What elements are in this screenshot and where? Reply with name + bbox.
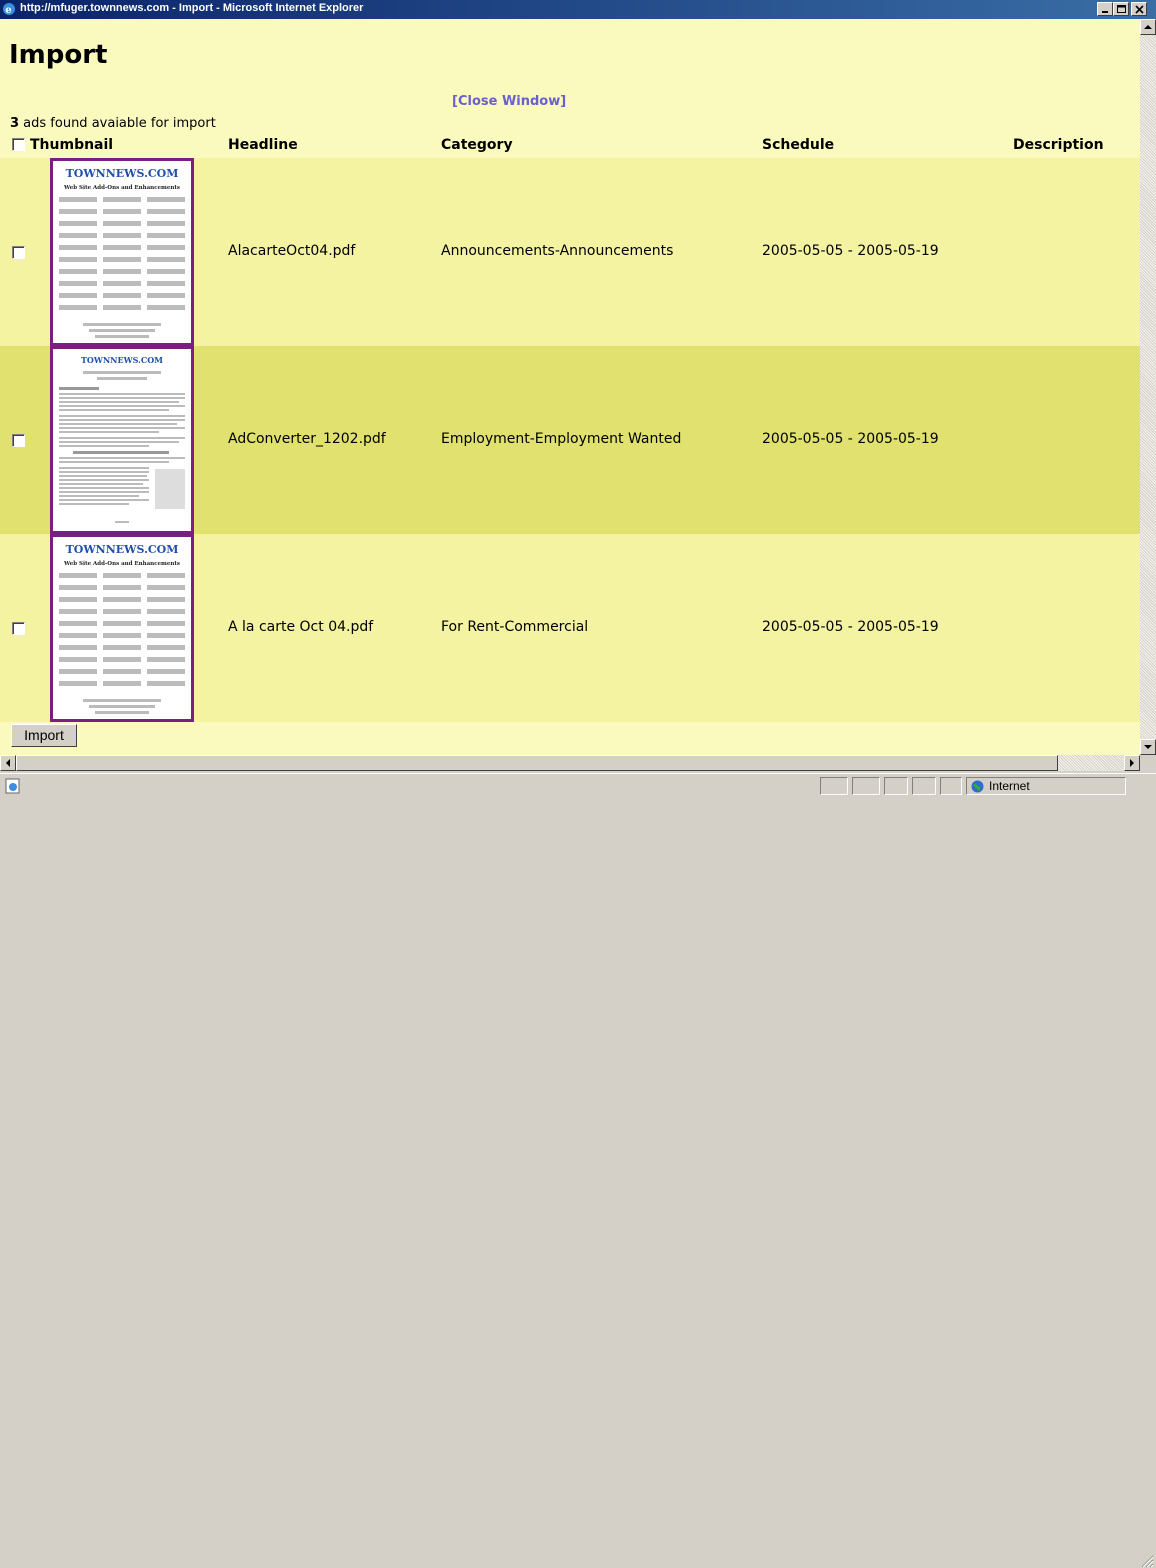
row-schedule: 2005-05-05 - 2005-05-19 bbox=[762, 243, 939, 259]
row-headline: AlacarteOct04.pdf bbox=[228, 243, 356, 259]
ads-found-count: 3 bbox=[10, 116, 20, 131]
status-panel bbox=[820, 777, 848, 795]
table-row: TOWNNEWS.COM AdConverter_1202.pdf Employ… bbox=[0, 346, 1140, 534]
scroll-up-button[interactable] bbox=[1140, 19, 1156, 35]
globe-icon bbox=[971, 780, 984, 793]
page-content: Import [Close Window] 3 ads found avaiab… bbox=[0, 19, 1140, 755]
row-headline: AdConverter_1202.pdf bbox=[228, 431, 386, 447]
window-title: http://mfuger.townnews.com - Import - Mi… bbox=[20, 2, 364, 14]
header-category: Category bbox=[441, 137, 513, 153]
scroll-right-button[interactable] bbox=[1124, 755, 1140, 771]
townnews-logo: TOWNNEWS.COM bbox=[66, 167, 179, 180]
row-headline: A la carte Oct 04.pdf bbox=[228, 619, 374, 635]
pdf-page-preview: TOWNNEWS.COM Web Site Add-Ons and Enhanc… bbox=[53, 161, 191, 343]
arrow-right-icon bbox=[1130, 759, 1134, 767]
row-category: Announcements-Announcements bbox=[441, 243, 674, 259]
security-zone[interactable]: Internet bbox=[966, 777, 1126, 795]
header-thumbnail: Thumbnail bbox=[30, 137, 114, 153]
pdf-page-preview: TOWNNEWS.COM bbox=[53, 349, 191, 531]
row-category: For Rent-Commercial bbox=[441, 619, 589, 635]
status-panel bbox=[852, 777, 880, 795]
ad-thumbnail[interactable]: TOWNNEWS.COM Web Site Add-Ons and Enhanc… bbox=[50, 534, 194, 722]
maximize-button[interactable] bbox=[1113, 2, 1129, 16]
status-bar: Internet bbox=[0, 773, 1156, 1568]
table-row: TOWNNEWS.COM Web Site Add-Ons and Enhanc… bbox=[0, 158, 1140, 346]
header-headline: Headline bbox=[228, 137, 298, 153]
close-icon bbox=[1135, 5, 1144, 14]
arrow-down-icon bbox=[1144, 745, 1152, 749]
scroll-down-button[interactable] bbox=[1140, 739, 1156, 755]
row-select-checkbox[interactable] bbox=[12, 246, 25, 259]
status-panel bbox=[940, 777, 962, 795]
import-button[interactable]: Import bbox=[11, 724, 77, 747]
arrow-left-icon bbox=[6, 759, 10, 767]
thumb-title: Web Site Add-Ons and Enhancements bbox=[63, 561, 180, 567]
row-category: Employment-Employment Wanted bbox=[441, 431, 682, 447]
minimize-icon bbox=[1102, 11, 1108, 13]
close-window-link[interactable]: [Close Window] bbox=[452, 94, 566, 109]
row-select-checkbox[interactable] bbox=[12, 434, 25, 447]
close-window-button[interactable] bbox=[1131, 2, 1147, 16]
header-schedule: Schedule bbox=[762, 137, 835, 153]
row-schedule: 2005-05-05 - 2005-05-19 bbox=[762, 431, 939, 447]
ads-found-message: 3 ads found avaiable for import bbox=[10, 116, 216, 131]
internet-explorer-icon: e bbox=[3, 3, 15, 16]
resize-grip-icon[interactable] bbox=[1138, 1552, 1154, 1568]
townnews-logo: TOWNNEWS.COM bbox=[66, 543, 179, 556]
title-bar: e http://mfuger.townnews.com - Import - … bbox=[0, 0, 1156, 19]
maximize-icon bbox=[1117, 5, 1126, 13]
townnews-logo: TOWNNEWS.COM bbox=[81, 355, 163, 365]
status-panel bbox=[884, 777, 908, 795]
row-schedule: 2005-05-05 - 2005-05-19 bbox=[762, 619, 939, 635]
page-title: Import bbox=[9, 40, 108, 70]
pdf-page-preview: TOWNNEWS.COM Web Site Add-Ons and Enhanc… bbox=[53, 537, 191, 719]
browser-window: e http://mfuger.townnews.com - Import - … bbox=[0, 0, 1156, 1568]
status-panel bbox=[912, 777, 936, 795]
table-row: TOWNNEWS.COM Web Site Add-Ons and Enhanc… bbox=[0, 534, 1140, 722]
thumb-title: Web Site Add-Ons and Enhancements bbox=[63, 185, 180, 191]
vertical-scrollbar[interactable] bbox=[1140, 19, 1156, 755]
scrollbar-corner bbox=[1140, 755, 1156, 771]
select-all-checkbox[interactable] bbox=[12, 138, 25, 151]
arrow-up-icon bbox=[1144, 25, 1152, 29]
security-zone-label: Internet bbox=[989, 779, 1030, 793]
ad-thumbnail[interactable]: TOWNNEWS.COM bbox=[50, 346, 194, 534]
horizontal-scroll-thumb[interactable] bbox=[16, 755, 1058, 771]
svg-text:e: e bbox=[5, 5, 11, 16]
header-description: Description bbox=[1013, 137, 1104, 153]
page-status-icon bbox=[5, 778, 20, 794]
scroll-left-button[interactable] bbox=[0, 755, 16, 771]
ad-thumbnail[interactable]: TOWNNEWS.COM Web Site Add-Ons and Enhanc… bbox=[50, 158, 194, 346]
minimize-button[interactable] bbox=[1097, 2, 1113, 16]
ads-found-text: ads found avaiable for import bbox=[19, 116, 216, 131]
row-select-checkbox[interactable] bbox=[12, 622, 25, 635]
